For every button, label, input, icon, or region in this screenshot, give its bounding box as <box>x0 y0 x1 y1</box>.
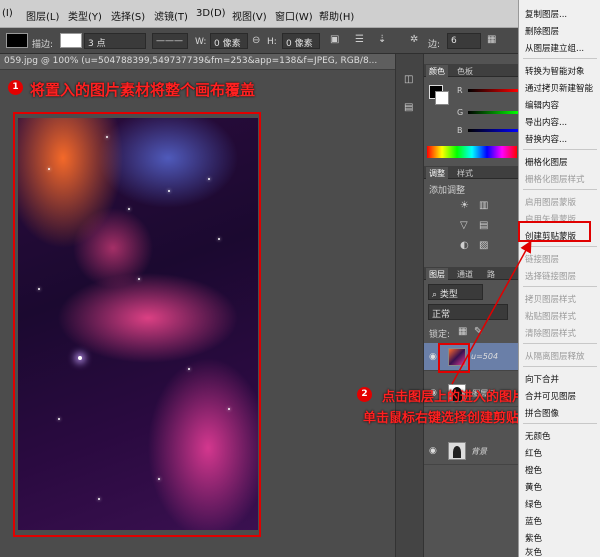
annotation-arrow <box>451 240 532 385</box>
